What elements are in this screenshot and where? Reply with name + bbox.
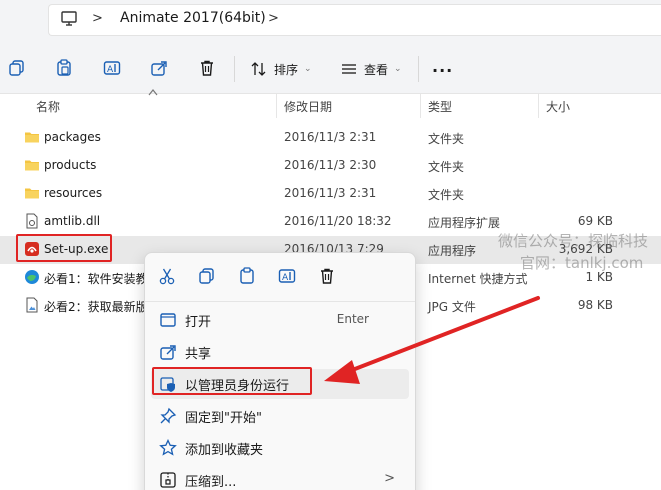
toolbar-divider — [418, 56, 419, 82]
file-size: 98 KB — [577, 298, 613, 312]
command-bar: A 排序 ⌄ 查看 ⌄ ... — [0, 42, 661, 94]
column-header-date[interactable]: 修改日期 — [284, 94, 332, 118]
watermark-website: 官网：tanlkj.com — [520, 254, 644, 272]
breadcrumb-separator[interactable]: > — [92, 11, 103, 26]
file-date: 2016/11/3 2:31 — [284, 186, 377, 200]
file-row[interactable]: packages 2016/11/3 2:31 文件夹 — [0, 124, 661, 152]
delete-icon[interactable] — [198, 59, 216, 77]
copy-icon[interactable] — [198, 267, 216, 285]
file-row[interactable]: resources 2016/11/3 2:31 文件夹 — [0, 180, 661, 208]
breadcrumb-separator-trailing[interactable]: > — [268, 11, 279, 26]
rename-icon[interactable]: A — [103, 59, 121, 77]
file-name: 必看2：获取最新版 — [44, 300, 148, 314]
file-row[interactable]: products 2016/11/3 2:30 文件夹 — [0, 152, 661, 180]
file-type: JPG 文件 — [428, 300, 476, 314]
paste-icon[interactable] — [238, 267, 256, 285]
more-options-button[interactable]: ... — [432, 57, 453, 76]
image-file-icon — [26, 297, 38, 313]
column-header-type[interactable]: 类型 — [428, 94, 452, 118]
folder-icon — [25, 132, 39, 143]
cut-icon[interactable] — [158, 267, 176, 285]
file-date: 2016/11/3 2:31 — [284, 130, 377, 144]
submenu-arrow-icon: > — [384, 471, 395, 486]
file-type: 文件夹 — [428, 132, 465, 146]
view-button[interactable]: 查看 ⌄ — [340, 56, 402, 82]
menu-item-label: 打开 — [185, 315, 212, 330]
file-type: 应用程序扩展 — [428, 216, 501, 230]
svg-text:A: A — [107, 65, 114, 75]
column-divider[interactable] — [538, 94, 539, 118]
menu-item-label: 固定到"开始" — [185, 411, 262, 426]
file-size: 69 KB — [577, 214, 613, 228]
file-date: 2016/11/3 2:30 — [284, 158, 377, 172]
folder-icon — [25, 160, 39, 171]
paste-icon[interactable] — [55, 59, 73, 77]
menu-item-pin-to-start[interactable]: 固定到"开始" — [151, 401, 409, 431]
star-icon — [159, 439, 177, 456]
watermark-wechat: 微信公众号：探临科技 — [498, 232, 649, 250]
file-date: 2016/11/20 18:32 — [284, 214, 392, 228]
this-pc-icon[interactable] — [60, 10, 78, 28]
zip-icon — [160, 472, 176, 488]
svg-text:A: A — [282, 273, 289, 283]
copy-path-icon[interactable] — [8, 59, 26, 77]
view-label: 查看 — [364, 62, 389, 77]
menu-item-label: 压缩到... — [185, 475, 237, 490]
address-bar: > Animate 2017(64bit) > — [0, 0, 661, 42]
run-as-admin-highlight-box — [152, 367, 312, 395]
menu-item-label: 共享 — [185, 347, 212, 362]
context-menu-divider — [145, 301, 415, 302]
sort-label: 排序 — [274, 62, 299, 77]
file-type: 文件夹 — [428, 160, 465, 174]
menu-item-open[interactable]: 打开 Enter — [151, 305, 409, 335]
file-name: amtlib.dll — [44, 214, 101, 228]
column-header-name[interactable]: 名称 — [36, 94, 60, 118]
rename-icon[interactable]: A — [278, 267, 296, 285]
column-header-size[interactable]: 大小 — [546, 94, 570, 118]
delete-icon[interactable] — [318, 267, 336, 285]
folder-icon — [25, 188, 39, 199]
file-name: packages — [44, 130, 101, 144]
open-icon — [160, 313, 176, 327]
column-divider[interactable] — [420, 94, 421, 118]
file-type: Internet 快捷方式 — [428, 272, 528, 286]
breadcrumb-current-folder[interactable]: Animate 2017(64bit) — [120, 10, 266, 26]
sort-button[interactable]: 排序 ⌄ — [250, 56, 312, 82]
chevron-down-icon: ⌄ — [304, 64, 312, 74]
edge-shortcut-icon — [25, 270, 39, 284]
chevron-down-icon: ⌄ — [394, 64, 402, 74]
file-type: 文件夹 — [428, 188, 465, 202]
sort-ascending-icon — [148, 89, 158, 96]
column-divider[interactable] — [276, 94, 277, 118]
file-name: 必看1：软件安装教 — [44, 272, 148, 286]
toolbar-divider — [234, 56, 235, 82]
menu-item-shortcut: Enter — [336, 312, 369, 326]
menu-item-add-to-favorites[interactable]: 添加到收藏夹 — [151, 433, 409, 463]
sort-icon — [251, 62, 266, 76]
file-name: resources — [44, 186, 103, 200]
setup-exe-highlight-box — [16, 234, 112, 262]
share-icon — [160, 345, 176, 360]
dll-file-icon — [26, 213, 38, 229]
menu-item-share[interactable]: 共享 — [151, 337, 409, 367]
file-type: 应用程序 — [428, 244, 477, 258]
share-icon[interactable] — [150, 59, 168, 77]
pin-icon — [160, 407, 177, 424]
view-icon — [342, 64, 356, 74]
menu-item-compress-to[interactable]: 压缩到... > — [151, 465, 409, 490]
file-name: products — [44, 158, 97, 172]
menu-item-label: 添加到收藏夹 — [185, 443, 264, 458]
